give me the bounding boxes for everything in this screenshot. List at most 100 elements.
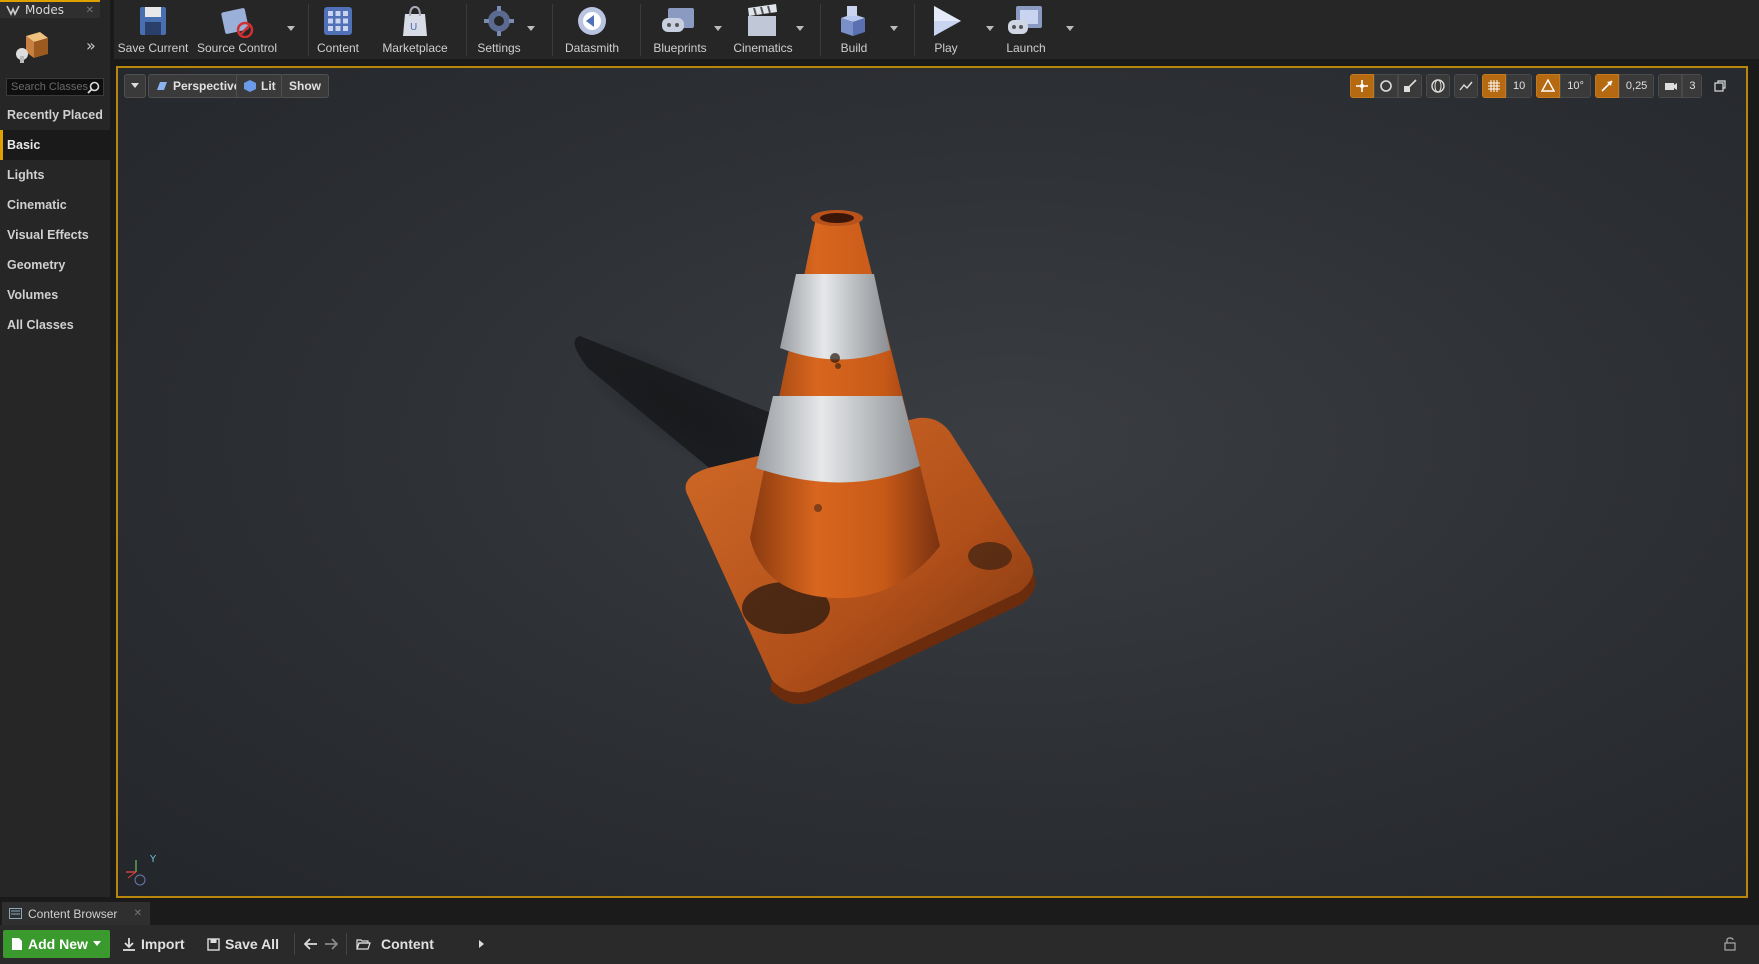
category-volumes[interactable]: Volumes — [0, 280, 110, 310]
transform-mode-group — [1350, 74, 1422, 98]
source-control-button[interactable]: Source Control — [197, 0, 277, 58]
content-button[interactable]: Content — [316, 0, 360, 58]
play-button[interactable]: Play — [924, 0, 968, 58]
mode-icons-row: » — [0, 22, 110, 72]
launch-label: Launch — [1006, 41, 1046, 55]
clapperboard-icon — [748, 4, 777, 36]
toolbar-separator — [640, 4, 641, 56]
viewport-options-dropdown[interactable] — [124, 74, 146, 98]
scale-snap-icon[interactable] — [1594, 74, 1619, 98]
category-list: Recently Placed Basic Lights Cinematic V… — [0, 100, 110, 340]
save-icon — [140, 7, 166, 35]
build-button[interactable]: Build — [828, 0, 880, 58]
close-icon[interactable]: ✕ — [86, 5, 94, 16]
toolbar-separator — [820, 4, 821, 56]
level-viewport[interactable]: Perspective Lit Show 10 10° 0,25 3 Y — [116, 66, 1748, 898]
gear-icon — [484, 6, 514, 36]
cone-stripe-upper — [780, 274, 890, 360]
camera-speed-group: 3 — [1658, 74, 1703, 98]
chevron-double-right-icon[interactable]: » — [86, 36, 96, 55]
cone-top-hole — [820, 213, 854, 223]
show-flags-dropdown[interactable]: Show — [281, 74, 329, 98]
category-geometry[interactable]: Geometry — [0, 250, 110, 280]
world-globe-icon[interactable] — [1426, 74, 1450, 98]
category-all-classes[interactable]: All Classes — [0, 310, 110, 340]
toolbar-separator — [552, 4, 553, 56]
content-browser-tab-label: Content Browser — [28, 906, 118, 921]
category-lights[interactable]: Lights — [0, 160, 110, 190]
axis-gizmo: Y — [126, 854, 157, 886]
modes-panel: Modes ✕ » Recently Placed Basic Lights C… — [0, 0, 110, 897]
grid-snap-value[interactable]: 10 — [1506, 74, 1533, 98]
path-breadcrumb[interactable]: Content — [356, 930, 485, 958]
category-basic[interactable]: Basic — [0, 130, 110, 160]
play-dropdown-arrow[interactable] — [986, 26, 994, 32]
toolbar-separator — [914, 4, 915, 56]
search-icon[interactable] — [87, 81, 100, 94]
lit-view-mode-dropdown[interactable]: Lit — [236, 74, 284, 98]
camera-speed-icon[interactable] — [1658, 74, 1683, 98]
toolbar-separator — [294, 933, 295, 955]
content-browser-toolbar: Add New Import Save All Content — [0, 925, 1759, 964]
toolbar-separator — [308, 4, 309, 56]
chevron-down-icon — [131, 83, 139, 88]
lock-button[interactable] — [1724, 930, 1736, 958]
arrow-left-icon — [304, 938, 317, 950]
blueprints-dropdown-arrow[interactable] — [714, 26, 722, 32]
surface-snap-icon[interactable] — [1454, 74, 1478, 98]
category-cinematic[interactable]: Cinematic — [0, 190, 110, 220]
lit-sphere-icon — [244, 80, 256, 92]
place-mode-icon[interactable] — [12, 28, 52, 64]
close-icon[interactable]: ✕ — [134, 908, 142, 919]
lock-icon — [1724, 937, 1736, 951]
svg-text:U: U — [410, 22, 417, 33]
settings-button[interactable]: Settings — [474, 0, 524, 58]
viewport-transform-controls: 10 10° 0,25 3 — [1346, 74, 1732, 98]
history-forward-button[interactable] — [324, 930, 338, 958]
traffic-cone-mesh[interactable] — [118, 68, 1748, 898]
category-visual-effects[interactable]: Visual Effects — [0, 220, 110, 250]
marketplace-button[interactable]: U Marketplace — [380, 0, 450, 58]
rotation-snap-value[interactable]: 10° — [1560, 74, 1591, 98]
search-classes-input[interactable] — [11, 81, 91, 93]
maximize-viewport-icon[interactable] — [1708, 74, 1732, 98]
main-toolbar: Save Current Source Control Content U Ma… — [114, 0, 1759, 60]
rotation-snap-icon[interactable] — [1536, 74, 1561, 98]
source-control-dropdown-arrow[interactable] — [287, 26, 295, 32]
grid-snap-icon[interactable] — [1482, 74, 1506, 98]
content-browser-tab[interactable]: Content Browser ✕ — [2, 902, 150, 925]
rotate-icon[interactable] — [1374, 74, 1398, 98]
blueprints-icon — [662, 8, 694, 32]
launch-button[interactable]: Launch — [1000, 0, 1052, 58]
chevron-right-icon[interactable] — [478, 939, 485, 949]
search-classes-box[interactable] — [6, 78, 104, 96]
category-recently-placed[interactable]: Recently Placed — [0, 100, 110, 130]
modes-tab-label: Modes — [25, 3, 64, 17]
scale-icon[interactable] — [1398, 74, 1422, 98]
cinematics-label: Cinematics — [733, 41, 793, 55]
perspective-dropdown[interactable]: Perspective — [148, 74, 249, 98]
datasmith-button[interactable]: Datasmith — [560, 0, 624, 58]
launch-dropdown-arrow[interactable] — [1066, 26, 1074, 32]
toolbar-separator — [466, 4, 467, 56]
translate-icon[interactable] — [1350, 74, 1374, 98]
settings-dropdown-arrow[interactable] — [527, 26, 535, 32]
play-label: Play — [934, 41, 958, 55]
cinematics-dropdown-arrow[interactable] — [796, 26, 804, 32]
camera-speed-value[interactable]: 3 — [1682, 74, 1703, 98]
cinematics-button[interactable]: Cinematics — [730, 0, 796, 58]
scale-snap-value[interactable]: 0,25 — [1618, 74, 1655, 98]
content-label: Content — [316, 41, 360, 55]
save-all-button[interactable]: Save All — [207, 930, 279, 958]
cone-stripe-lower — [756, 396, 920, 483]
add-new-button[interactable]: Add New — [3, 930, 110, 958]
modes-tab[interactable]: Modes ✕ — [0, 0, 100, 18]
import-button[interactable]: Import — [122, 930, 185, 958]
build-dropdown-arrow[interactable] — [890, 26, 898, 32]
grid-snap-group: 10 — [1482, 74, 1533, 98]
save-current-button[interactable]: Save Current — [118, 0, 188, 58]
blueprints-button[interactable]: Blueprints — [648, 0, 712, 58]
history-back-button[interactable] — [304, 930, 318, 958]
scale-snap-group: 0,25 — [1594, 74, 1655, 98]
marketplace-bag-icon: U — [403, 5, 427, 36]
